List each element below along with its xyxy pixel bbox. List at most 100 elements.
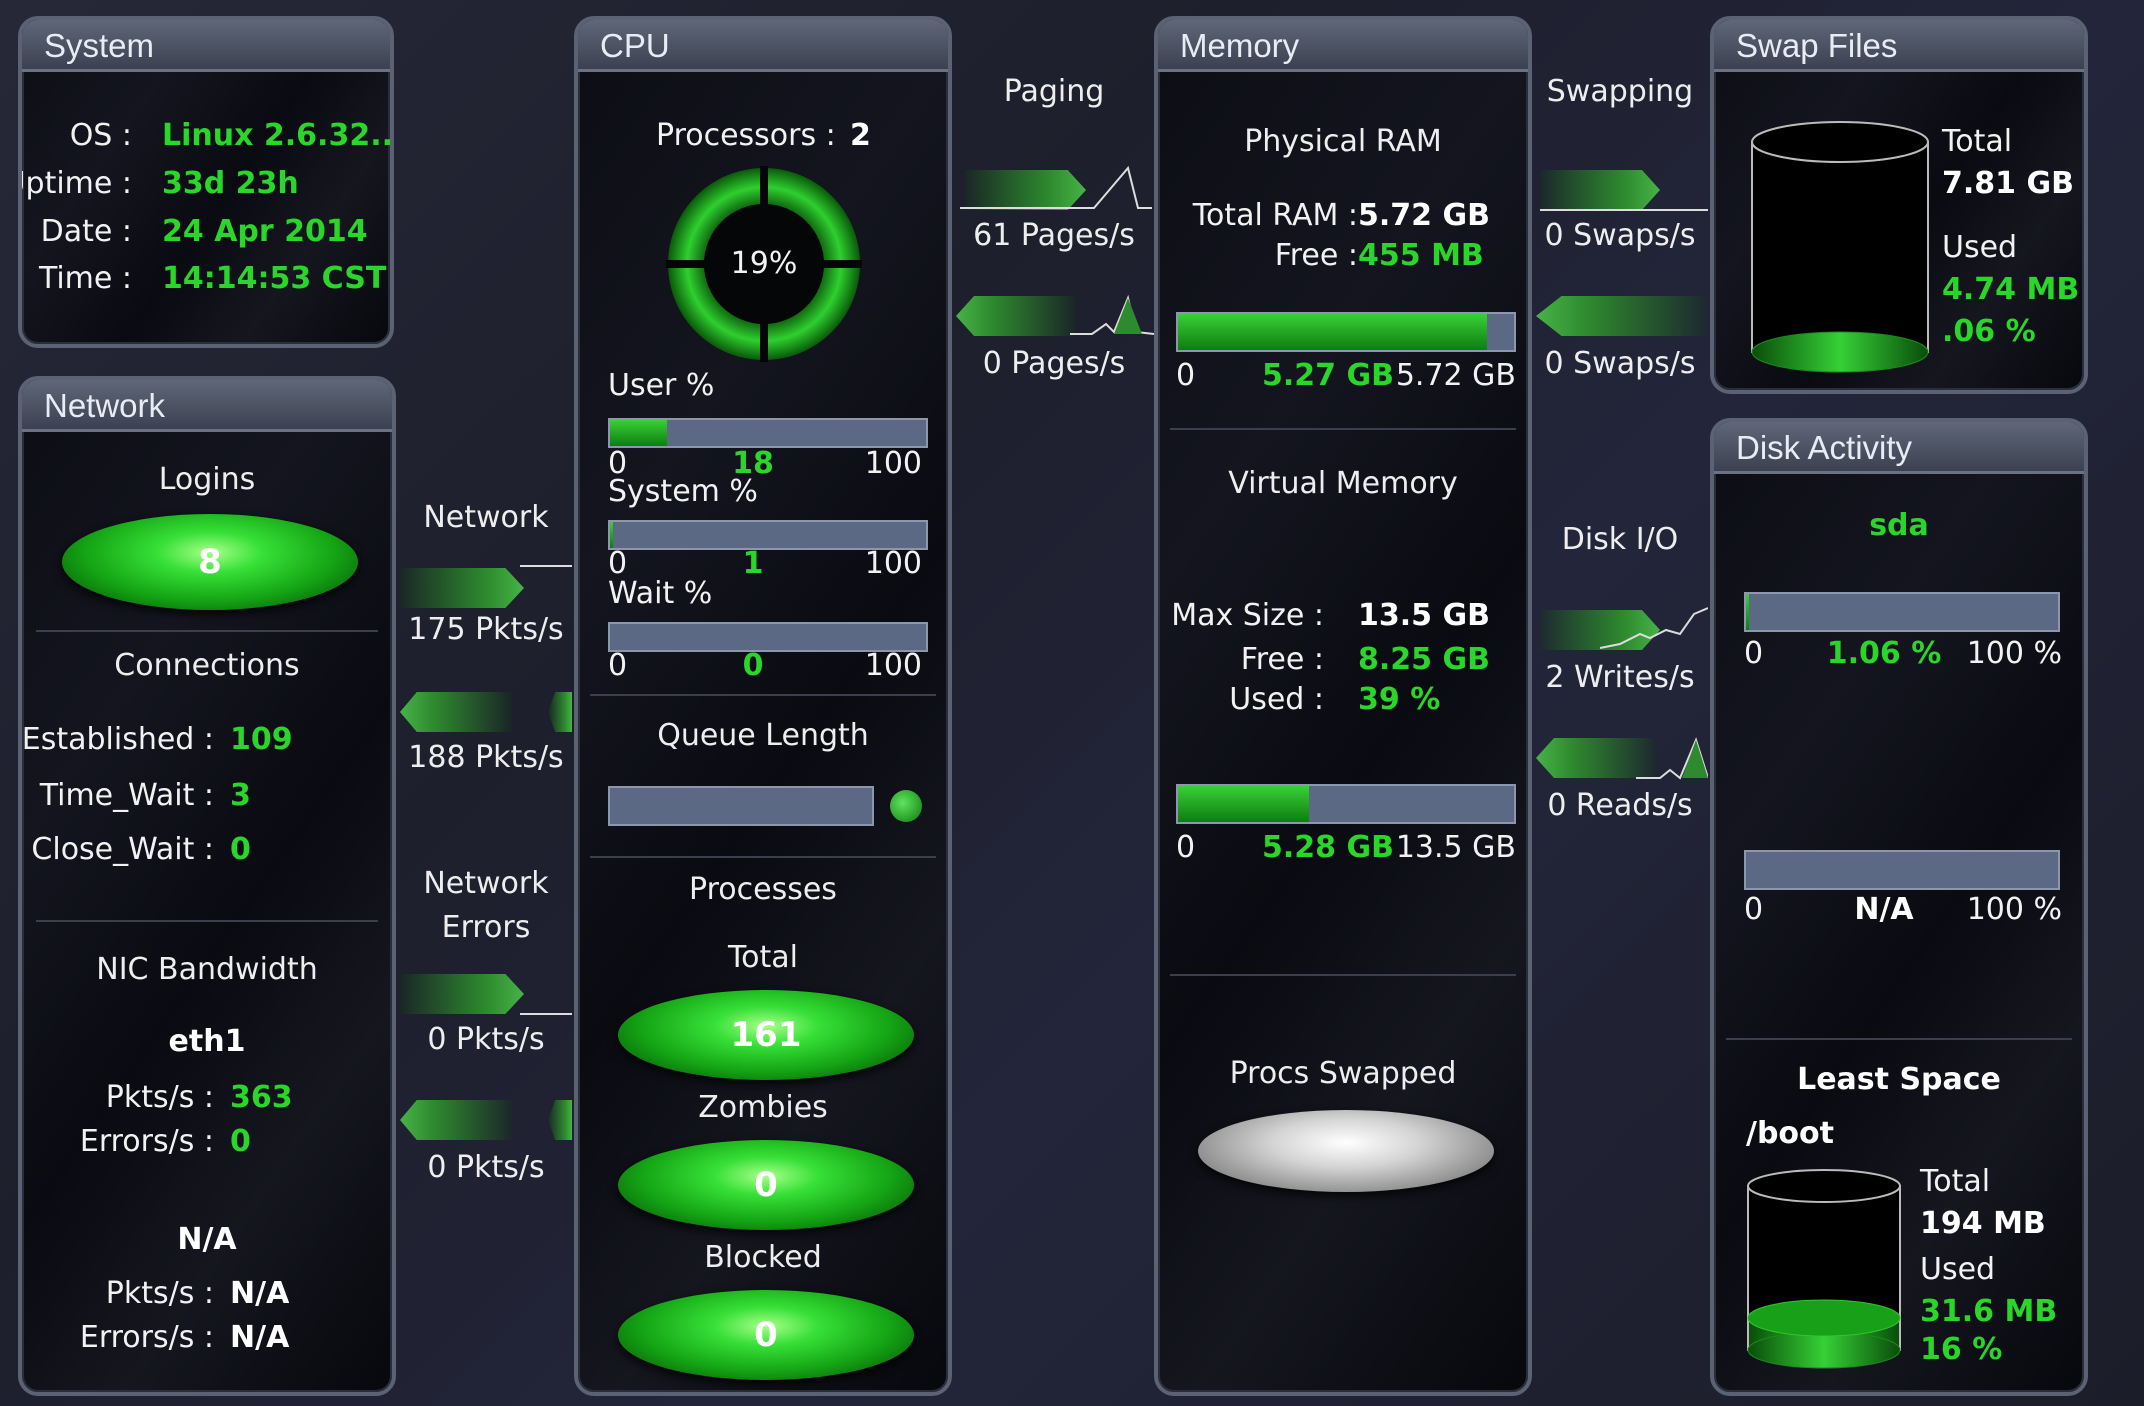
time-wait-label: Time_Wait :: [39, 778, 214, 813]
network-in-rate: 175 Pkts/s: [408, 612, 564, 647]
logins-count: 8: [62, 514, 358, 610]
date-label: Date :: [40, 214, 132, 249]
virtual-max-label: Max Size :: [1171, 598, 1324, 633]
least-space-total-value: 194 MB: [1920, 1206, 2046, 1241]
time-value: 14:14:53 CST: [162, 261, 387, 296]
user-max: 100: [864, 446, 922, 481]
disk-busy-bar: [1744, 592, 2060, 632]
disk-busy-max: 100 %: [1966, 636, 2062, 671]
os-value: Linux 2.6.32...: [162, 118, 394, 153]
swap-files-panel: Swap Files Total 7.81 GB Used 4.74 MB .0…: [1710, 16, 2088, 394]
virtual-memory-max: 13.5 GB: [1395, 830, 1516, 865]
disk-activity-panel: Disk Activity sda 0 1.06 % 100 % 0 N/A 1…: [1710, 418, 2088, 1396]
uptime-value: 33d 23h: [162, 166, 299, 201]
swap-used-value: 4.74 MB: [1942, 272, 2080, 307]
errors-in-rate: 0 Pkts/s: [427, 1022, 545, 1057]
network-out-rate: 188 Pkts/s: [408, 740, 564, 775]
cpu-panel: CPU Processors : 2 19% User % 0 18 100 S…: [574, 16, 952, 1396]
total-ram-label: Total RAM :: [1192, 198, 1358, 233]
nic1-pkts-value: 363: [230, 1080, 293, 1115]
time-wait-value: 3: [230, 778, 251, 813]
paging-in-sparkline: [960, 165, 1152, 209]
close-wait-value: 0: [230, 832, 251, 867]
errors-out-rate: 0 Pkts/s: [427, 1150, 545, 1185]
date-value: 24 Apr 2014: [162, 214, 368, 249]
total-processes-count: 161: [618, 990, 914, 1080]
network-in-arrow: [400, 568, 524, 608]
virtual-memory-bar-fill: [1178, 786, 1310, 822]
cpu-usage-value: 19%: [730, 246, 798, 281]
nic2-name: N/A: [177, 1222, 237, 1257]
logins-label: Logins: [158, 462, 256, 497]
disk-busy-bar-fill: [1746, 594, 1750, 630]
processes-label: Processes: [689, 872, 837, 907]
disk-writes-sparkline: [1600, 607, 1708, 649]
queue-length-bar: [608, 786, 874, 826]
network-out-arrow: [400, 692, 512, 732]
disk-reads-sparkline: [1636, 737, 1708, 780]
network-in-sparkline: [520, 565, 572, 567]
physical-ram-bar-fill: [1178, 314, 1488, 350]
established-label: Established :: [21, 722, 214, 757]
established-value: 109: [230, 722, 293, 757]
paging-out-arrow: [956, 296, 1076, 336]
nic2-pkts-value: N/A: [230, 1276, 290, 1311]
swap-in-rate: 0 Swaps/s: [1544, 218, 1696, 253]
swap-out-arrow: [1536, 296, 1706, 336]
zombies-label: Zombies: [698, 1090, 828, 1125]
disk-busy-min: 0: [1744, 636, 1764, 671]
nic1-errors-label: Errors/s :: [79, 1124, 214, 1159]
least-space-used-value: 31.6 MB: [1920, 1294, 2058, 1329]
least-space-used-percent: 16 %: [1920, 1332, 2003, 1367]
blocked-count: 0: [618, 1290, 914, 1380]
least-space-cylinder: [1747, 1169, 1901, 1369]
memory-panel: Memory Physical RAM Total RAM : 5.72 GB …: [1154, 16, 1532, 1396]
queue-status-indicator: [890, 790, 922, 822]
paging-label: Paging: [1003, 74, 1105, 109]
disk-io-label: Disk I/O: [1561, 522, 1679, 557]
virtual-free-label: Free :: [1240, 642, 1324, 677]
disk-activity-header: Disk Activity: [1714, 422, 2084, 474]
time-label: Time :: [38, 261, 132, 296]
system-header: System: [22, 20, 390, 72]
errors-in-arrow: [400, 974, 524, 1014]
physical-ram-max: 5.72 GB: [1395, 358, 1516, 393]
close-wait-label: Close_Wait :: [31, 832, 214, 867]
procs-swapped-indicator: [1198, 1110, 1494, 1192]
total-processes-label: Total: [727, 940, 799, 975]
disk-busy-value: 1.06 %: [1826, 636, 1942, 671]
disk-device-name: sda: [1869, 508, 1929, 543]
connections-label: Connections: [114, 648, 300, 683]
swap-total-label: Total: [1942, 124, 2013, 159]
system-cpu-max: 100: [864, 546, 922, 581]
disk-secondary-max: 100 %: [1966, 892, 2062, 927]
free-ram-label: Free :: [1274, 238, 1358, 273]
swap-used-percent: .06 %: [1942, 314, 2036, 349]
swap-files-header: Swap Files: [1714, 20, 2084, 72]
virtual-memory-label: Virtual Memory: [1228, 466, 1458, 501]
cpu-header: CPU: [578, 20, 948, 72]
procs-swapped-label: Procs Swapped: [1229, 1056, 1457, 1091]
disk-secondary-bar: [1744, 850, 2060, 890]
processors-value: 2: [850, 118, 871, 153]
total-ram-value: 5.72 GB: [1358, 198, 1490, 233]
least-space-label: Least Space: [1797, 1062, 2001, 1097]
network-errors-label-1: Network: [423, 866, 549, 901]
os-label: OS :: [69, 118, 132, 153]
nic1-pkts-label: Pkts/s :: [105, 1080, 214, 1115]
virtual-memory-bar: [1176, 784, 1516, 824]
nic1-errors-value: 0: [230, 1124, 251, 1159]
swap-used-label: Used: [1942, 230, 2018, 265]
wait-min: 0: [608, 648, 628, 683]
nic1-name: eth1: [168, 1024, 246, 1059]
wait-value: 0: [742, 648, 764, 683]
nic-bandwidth-label: NIC Bandwidth: [96, 952, 318, 987]
errors-in-sparkline: [520, 1013, 572, 1015]
blocked-label: Blocked: [704, 1240, 822, 1275]
network-out-arrow-tail: [548, 692, 572, 732]
system-cpu-value: 1: [742, 546, 764, 581]
user-label: User %: [608, 368, 715, 403]
swap-out-rate: 0 Swaps/s: [1544, 346, 1696, 381]
queue-length-label: Queue Length: [657, 718, 869, 753]
virtual-used-label: Used :: [1229, 682, 1324, 717]
